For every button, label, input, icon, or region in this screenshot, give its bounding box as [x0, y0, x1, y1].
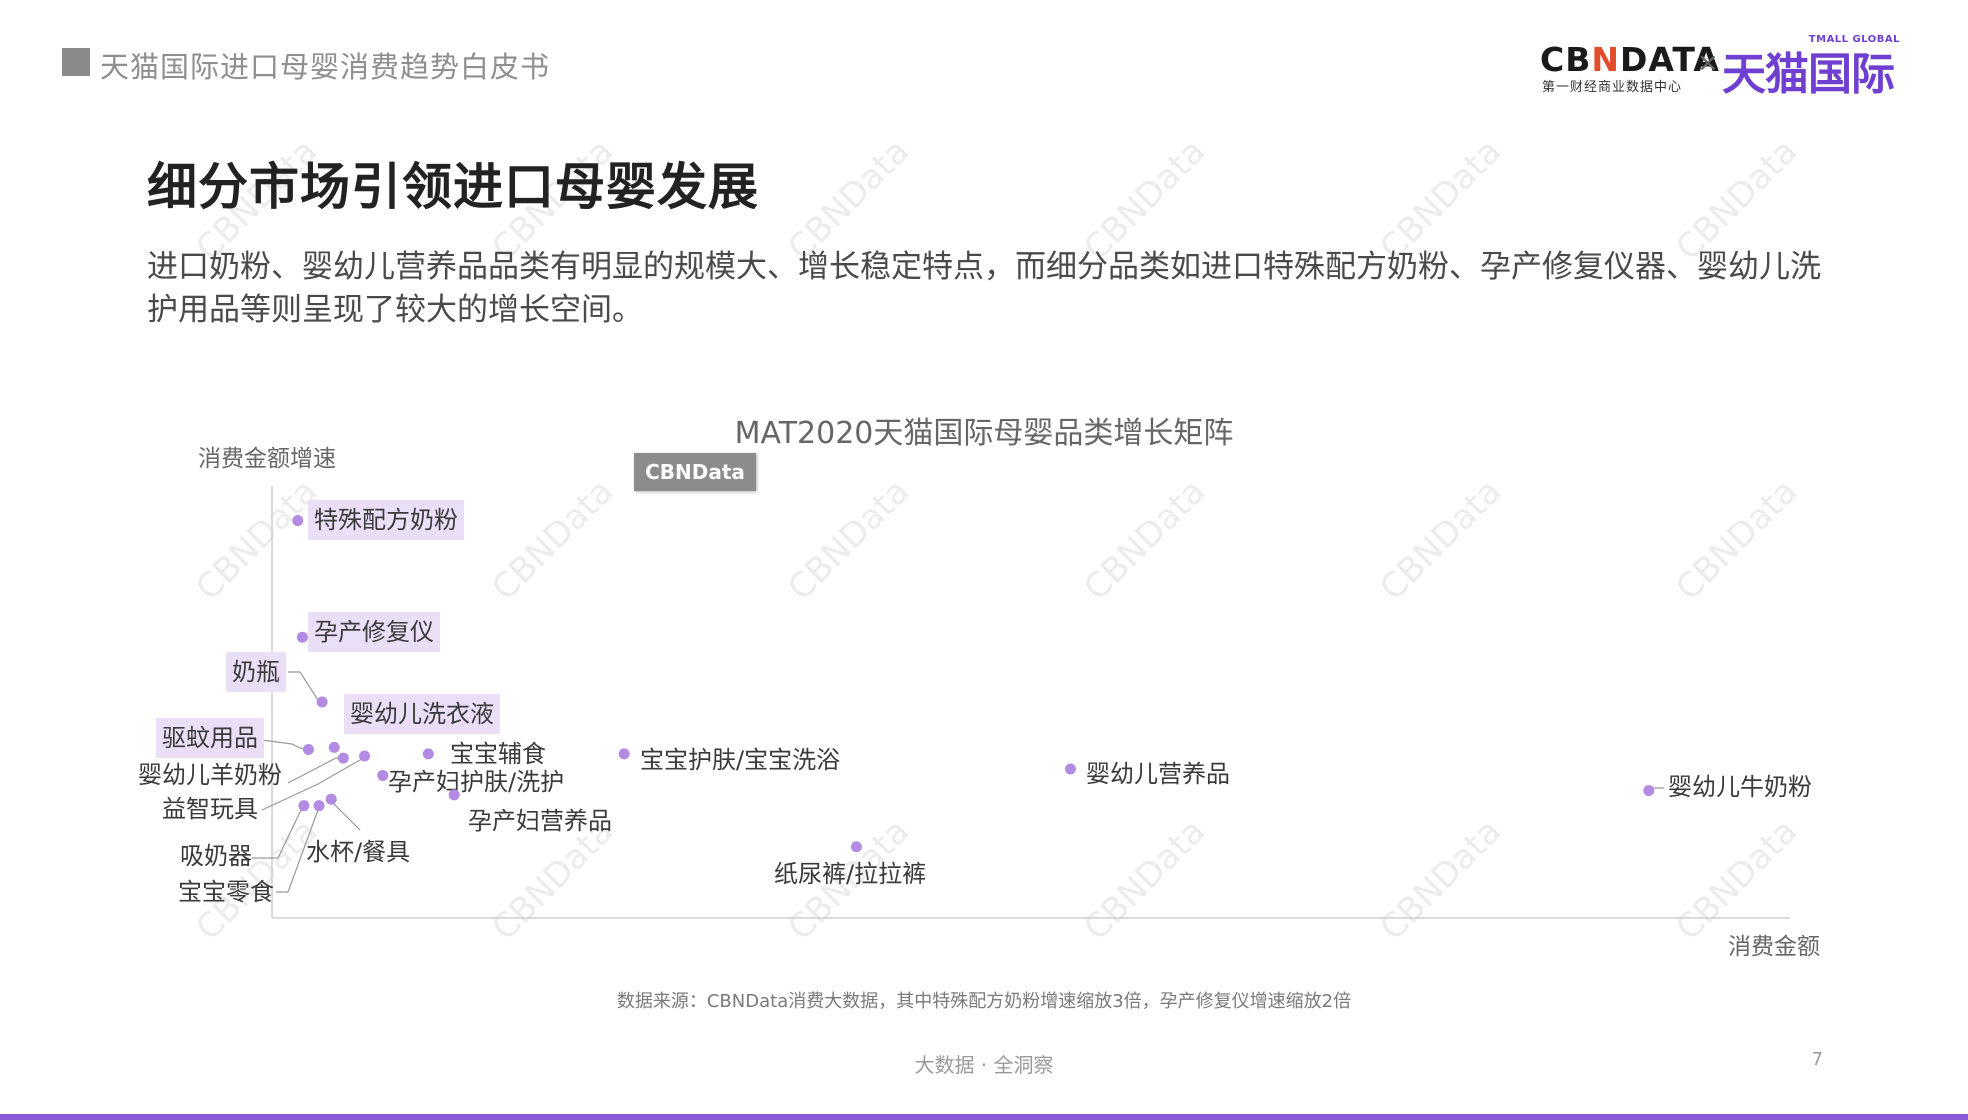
point-label: 孕产修复仪	[314, 618, 434, 646]
data-point	[292, 515, 304, 527]
point-label: 婴幼儿羊奶粉	[138, 761, 282, 789]
data-point	[302, 744, 314, 756]
point-label: 水杯/餐具	[306, 838, 410, 866]
footer-tagline: 大数据 · 全洞察	[914, 1053, 1054, 1077]
point-label: 宝宝辅食	[450, 740, 546, 768]
bottom-accent-bar	[0, 1114, 1968, 1120]
point-label: 宝宝零食	[178, 878, 274, 906]
data-point	[298, 800, 310, 812]
point-label: 孕产妇营养品	[468, 807, 612, 835]
leader-line	[261, 739, 309, 751]
leader-line	[252, 805, 305, 859]
data-point	[316, 696, 328, 708]
point-label: 奶瓶	[232, 658, 280, 686]
point-label: 婴幼儿洗衣液	[350, 700, 494, 728]
point-label: 吸奶器	[180, 842, 252, 870]
point-label: 驱蚊用品	[162, 724, 258, 752]
data-point	[296, 631, 308, 643]
point-label: 婴幼儿营养品	[1086, 760, 1230, 788]
data-point	[328, 741, 340, 753]
point-label: 婴幼儿牛奶粉	[1668, 773, 1812, 801]
point-label: 特殊配方奶粉	[314, 506, 458, 534]
page-number: 7	[1811, 1049, 1823, 1070]
data-point	[313, 800, 325, 812]
data-point	[618, 748, 630, 760]
data-point	[337, 752, 349, 764]
cbndata-badge: CBNData	[634, 453, 756, 491]
data-source-note: 数据来源：CBNData消费大数据，其中特殊配方奶粉增速缩放3倍，孕产修复仪增速…	[616, 991, 1352, 1012]
leader-line	[330, 799, 361, 831]
leader-line	[288, 671, 323, 703]
data-point	[359, 750, 371, 762]
data-point	[448, 789, 460, 801]
leader-line	[287, 757, 344, 784]
data-point	[850, 841, 862, 853]
data-point	[325, 793, 337, 805]
y-axis-label: 消费金额增速	[198, 446, 336, 472]
point-label: 益智玩具	[162, 795, 258, 823]
point-label: 孕产妇护肤/洗护	[388, 768, 564, 796]
scatter-chart: 消费金额增速消费金额特殊配方奶粉孕产修复仪奶瓶婴幼儿洗衣液驱蚊用品婴幼儿羊奶粉宝…	[138, 446, 1820, 960]
data-point	[1643, 785, 1655, 797]
x-axis-label: 消费金额	[1728, 934, 1820, 960]
point-label: 纸尿裤/拉拉裤	[774, 860, 926, 888]
data-point	[422, 748, 434, 760]
data-point	[1064, 763, 1076, 775]
data-point	[377, 769, 389, 781]
point-label: 宝宝护肤/宝宝洗浴	[640, 746, 840, 774]
